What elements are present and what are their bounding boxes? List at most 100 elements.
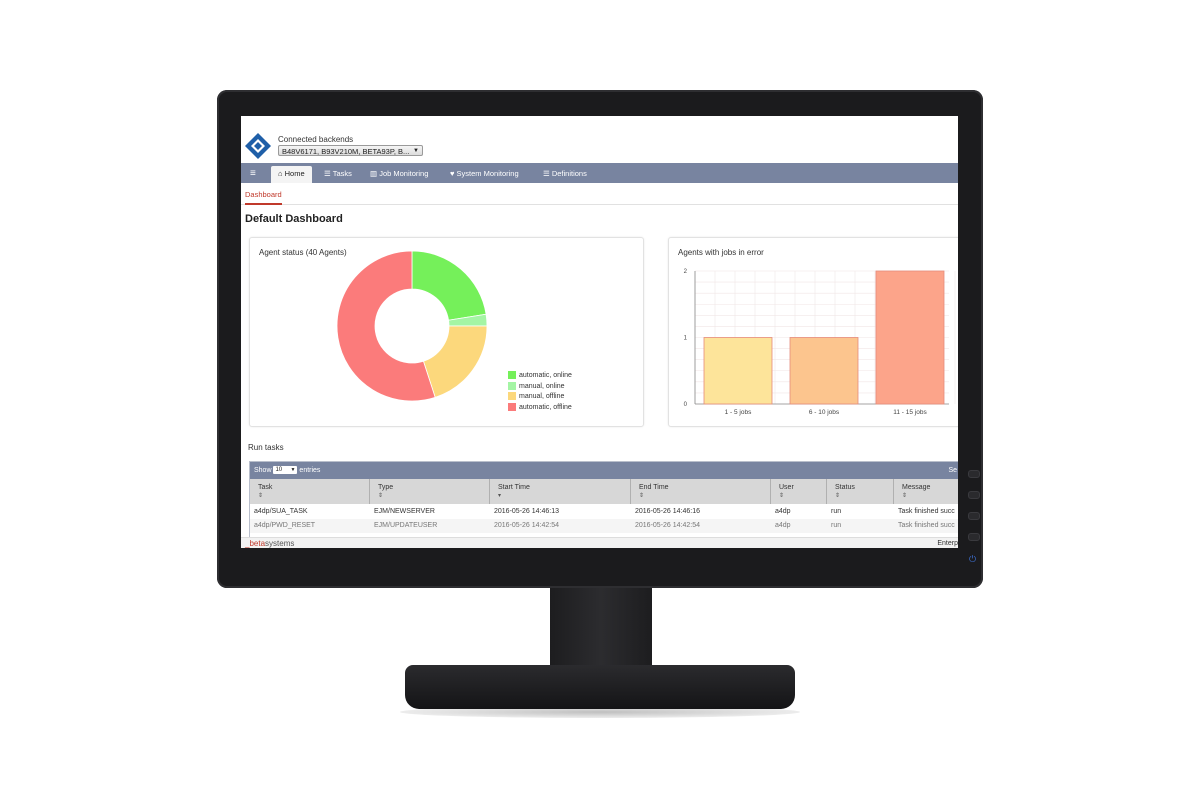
nav-tab-label: Definitions [551, 169, 587, 178]
chevron-down-icon: ▼ [413, 148, 419, 154]
hamburger-menu-icon[interactable]: ≡ [250, 166, 256, 181]
show-label: Show [254, 467, 272, 474]
connected-backends-label: Connected backends [278, 135, 354, 144]
nav-tab-tasks[interactable]: ☰ Tasks [317, 166, 359, 183]
x-tick-label: 6 - 10 jobs [809, 409, 840, 416]
donut-slice[interactable] [422, 325, 488, 398]
app-logo-icon [245, 133, 271, 159]
column-header[interactable]: Message ⇕ [894, 479, 958, 504]
x-tick-label: 11 - 15 jobs [893, 409, 927, 416]
y-tick-label: 1 [684, 336, 688, 342]
bar[interactable] [703, 337, 773, 405]
sort-icon[interactable]: ⇕ [639, 492, 770, 499]
table-row[interactable]: a4dp/SUA_TASK EJM/NEWSERVER 2016-05-26 14:… [250, 505, 958, 519]
donut-slice[interactable] [411, 250, 487, 321]
column-header[interactable]: Start Time ▾ [490, 479, 631, 504]
main-nav: ≡ ⌂ Home ☰ Tasks ▥ Job Monitoring ♥ Syst… [241, 163, 958, 183]
table-row[interactable]: a4dp/PWD_RESET EJM/UPDATEUSER 2016-05-26 1… [250, 519, 958, 533]
sort-icon[interactable]: ⇕ [258, 492, 369, 499]
list-icon: ☰ [543, 169, 550, 178]
legend-item[interactable]: manual, online [508, 381, 572, 393]
donut-legend: automatic, online manual, online manual, o… [508, 371, 572, 413]
nav-tab-definitions[interactable]: ☰ Definitions [536, 166, 594, 183]
bar[interactable] [789, 337, 859, 405]
sub-nav: Dashboard [241, 183, 958, 205]
bar-chart-icon: ▥ [370, 169, 378, 178]
column-header-label: Type [378, 484, 394, 491]
table-cell: Task finished succ [898, 522, 955, 529]
tab-dashboard[interactable]: Dashboard [245, 190, 282, 205]
table-cell: a4dp [775, 508, 791, 515]
column-header[interactable]: Status ⇕ [827, 479, 894, 504]
sort-icon[interactable]: ⇕ [835, 492, 893, 499]
column-header[interactable]: End Time ⇕ [631, 479, 771, 504]
nav-tab-home[interactable]: ⌂ Home [271, 166, 312, 183]
entries-select[interactable]: 10 ▼ [273, 466, 298, 475]
column-header[interactable]: Task ⇕ [250, 479, 370, 504]
x-tick-label: 1 - 5 jobs [725, 409, 752, 416]
agent-status-panel: Agent status (40 Agents) automatic, onli… [249, 237, 644, 427]
nav-tab-label: Job Monitoring [379, 169, 429, 178]
chevron-down-icon: ▼ [290, 467, 296, 474]
sort-icon[interactable]: ⇕ [902, 492, 958, 499]
column-header-label: Start Time [498, 484, 530, 491]
sort-icon[interactable]: ⇕ [779, 492, 826, 499]
legend-label: automatic, online [519, 372, 572, 379]
monitor-button[interactable] [968, 533, 980, 541]
footer: _betasystems Enterp [241, 537, 958, 548]
column-header-label: Task [258, 484, 273, 491]
table-cell: 2016-05-26 14:46:13 [494, 508, 559, 515]
legend-item[interactable]: automatic, offline [508, 402, 572, 414]
legend-swatch [508, 371, 516, 380]
column-header[interactable]: Type ⇕ [370, 479, 490, 504]
monitor-button[interactable] [968, 470, 980, 478]
table-cell: Task finished succ [898, 508, 955, 515]
entries-label: entries [299, 467, 321, 474]
column-header-label: Message [902, 484, 931, 491]
header-bar: Connected backends B48V6171, B93V210M, B… [241, 123, 958, 167]
table-cell: a4dp [775, 522, 791, 529]
y-tick-label: 0 [684, 402, 688, 408]
table-cell: EJM/NEWSERVER [374, 508, 435, 515]
page-title: Default Dashboard [245, 213, 343, 225]
run-tasks-title: Run tasks [248, 443, 284, 452]
nav-tab-system-monitoring[interactable]: ♥ System Monitoring [443, 166, 526, 183]
table-cell: EJM/UPDATEUSER [374, 522, 438, 529]
home-icon: ⌂ [278, 169, 283, 178]
sort-icon[interactable]: ⇕ [378, 492, 489, 499]
legend-item[interactable]: manual, offline [508, 392, 572, 403]
nav-tab-job-monitoring[interactable]: ▥ Job Monitoring [363, 166, 435, 183]
table-cell: a4dp/SUA_TASK [254, 508, 308, 515]
power-icon[interactable]: ⏻ [969, 555, 977, 564]
legend-label: automatic, offline [519, 403, 572, 411]
brand-suffix: systems [265, 539, 295, 548]
column-header[interactable]: User ⇕ [771, 479, 827, 504]
column-header-label: Status [835, 484, 855, 491]
legend-item[interactable]: automatic, online [508, 371, 572, 382]
screen: Connected backends B48V6171, B93V210M, B… [241, 116, 958, 548]
footer-right-text: Enterp [937, 540, 958, 547]
monitor-stand-neck [550, 588, 652, 672]
sort-icon[interactable]: ▾ [498, 492, 630, 499]
legend-swatch [508, 381, 516, 390]
column-header-label: End Time [639, 484, 669, 491]
donut-chart [336, 250, 488, 402]
run-tasks-table: Show 10 ▼ entries Se Task ⇕ Type ⇕ Start Time… [249, 461, 958, 539]
nav-tab-label: Tasks [332, 169, 352, 178]
backends-select[interactable]: B48V6171, B93V210M, BETA93P, B... ▼ [278, 145, 423, 156]
list-icon: ☰ [324, 169, 331, 178]
table-cell: 2016-05-26 14:42:54 [635, 522, 700, 529]
legend-label: manual, online [519, 382, 565, 390]
table-cell: 2016-05-26 14:46:16 [635, 508, 700, 515]
bar-chart: 0 1 2 1 - 5 jobs 6 - 10 jobs 11 - 15 jobs [684, 269, 956, 416]
heart-icon: ♥ [450, 169, 455, 178]
entries-select-value: 10 [275, 467, 283, 474]
footer-brand-logo: _betasystems [245, 538, 294, 548]
nav-tab-label: System Monitoring [456, 169, 519, 178]
bar[interactable] [875, 270, 945, 405]
backends-select-value: B48V6171, B93V210M, BETA93P, B... [282, 147, 410, 156]
y-tick-label: 2 [684, 269, 688, 275]
search-label: Se [948, 467, 957, 474]
monitor-button[interactable] [968, 512, 980, 520]
monitor-button[interactable] [968, 491, 980, 499]
